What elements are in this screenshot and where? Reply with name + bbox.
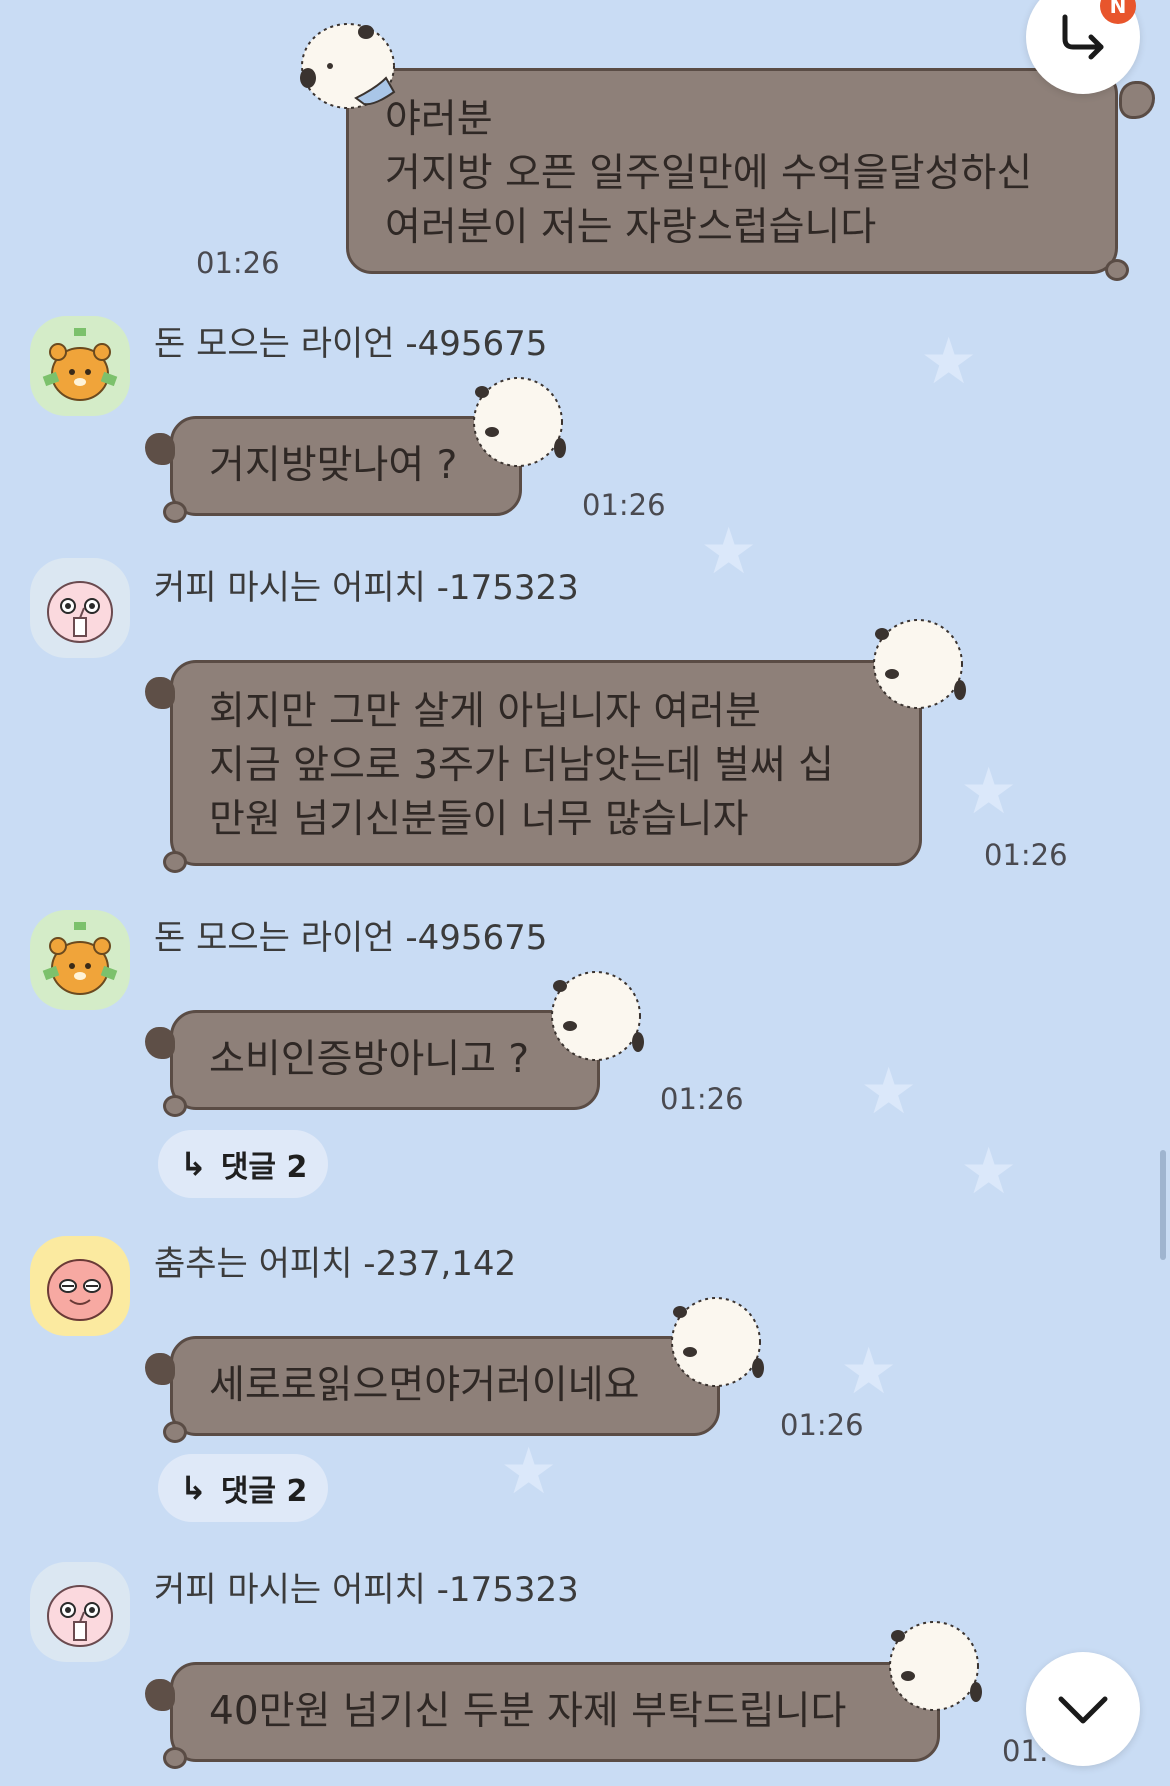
reply-count-button[interactable]: ↳ 댓글 2 bbox=[158, 1454, 328, 1522]
reply-arrow-icon: ↳ bbox=[180, 1145, 207, 1183]
reply-arrow-icon: ↳ bbox=[180, 1469, 207, 1507]
background-star: ★ bbox=[920, 325, 978, 399]
message-bubble[interactable]: 세로로읽으면야거러이네요 bbox=[145, 1336, 720, 1443]
message-bubble[interactable]: 40만원 넘기신 두분 자제 부탁드립니다 bbox=[145, 1662, 940, 1769]
background-star: ★ bbox=[860, 1055, 918, 1129]
sender-name: 돈 모으는 라이언 -495675 bbox=[154, 324, 548, 364]
message-bubble[interactable]: 소비인증방아니고 ? bbox=[145, 1010, 600, 1117]
reply-count-label: 댓글 2 bbox=[220, 1150, 308, 1185]
message-time: 01:26 bbox=[984, 838, 1068, 872]
apeach-coffee-avatar[interactable] bbox=[30, 558, 130, 658]
background-star: ★ bbox=[500, 1435, 558, 1509]
seal-sticker-icon bbox=[671, 1297, 764, 1387]
message-time: 01:26 bbox=[660, 1082, 744, 1116]
seal-sticker-icon bbox=[873, 619, 966, 709]
message-text-line: 세로로읽으면야거러이네요 bbox=[209, 1363, 640, 1408]
seal-sticker-icon bbox=[473, 377, 566, 467]
message-text-line: 만원 넘기신분들이 너무 많습니자 bbox=[209, 797, 749, 842]
message-text-line: 소비인증방아니고 ? bbox=[209, 1037, 530, 1082]
message-text-line: 야러분 bbox=[385, 97, 493, 142]
scrollbar[interactable] bbox=[1160, 1150, 1166, 1260]
background-star: ★ bbox=[960, 755, 1018, 829]
sender-name: 커피 마시는 어피치 -175323 bbox=[154, 568, 579, 608]
message-text-line: 40만원 넘기신 두분 자제 부탁드립니다 bbox=[209, 1689, 847, 1734]
seal-sticker-icon bbox=[551, 971, 644, 1061]
message-time: 01:26 bbox=[196, 246, 280, 280]
ryan-money-avatar[interactable] bbox=[30, 316, 130, 416]
message-text-line: 거지방맞나여 ? bbox=[209, 443, 458, 488]
message-time: 01:26 bbox=[780, 1408, 864, 1442]
background-star: ★ bbox=[840, 1335, 898, 1409]
background-star: ★ bbox=[700, 515, 758, 589]
seal-sticker-icon bbox=[889, 1621, 982, 1711]
apeach-coffee-avatar[interactable] bbox=[30, 1562, 130, 1662]
sender-name: 커피 마시는 어피치 -175323 bbox=[154, 1570, 579, 1610]
message-bubble[interactable]: 야러분 거지방 오픈 일주일만에 수억을달성하신 여러분이 저는 자랑스럽습니다 bbox=[337, 61, 1155, 281]
message-bubble[interactable]: 회지만 그만 살게 아닙니자 여러분 지금 앞으로 3주가 더남앗는데 벌써 십… bbox=[145, 660, 922, 873]
sender-name: 춤추는 어피치 -237,142 bbox=[154, 1244, 517, 1284]
message-text-line: 여러분이 저는 자랑스럽습니다 bbox=[385, 205, 877, 250]
reply-count-button[interactable]: ↳ 댓글 2 bbox=[158, 1130, 328, 1198]
reply-count-label: 댓글 2 bbox=[220, 1474, 308, 1509]
message-text-line: 지금 앞으로 3주가 더남앗는데 벌써 십 bbox=[209, 743, 834, 788]
background-star: ★ bbox=[960, 1135, 1018, 1209]
reply-arrow-icon bbox=[1062, 14, 1104, 60]
seal-sticker-icon bbox=[300, 23, 396, 109]
message-text-line: 회지만 그만 살게 아닙니자 여러분 bbox=[209, 689, 761, 734]
message-time: 01:26 bbox=[582, 488, 666, 522]
scroll-to-bottom-button[interactable] bbox=[1026, 1652, 1140, 1766]
message-text-line: 거지방 오픈 일주일만에 수억을달성하신 bbox=[385, 151, 1033, 196]
apeach-dance-avatar[interactable] bbox=[30, 1236, 130, 1336]
ryan-money-avatar[interactable] bbox=[30, 910, 130, 1010]
sender-name: 돈 모으는 라이언 -495675 bbox=[154, 918, 548, 958]
chevron-down-icon bbox=[1058, 1696, 1108, 1724]
